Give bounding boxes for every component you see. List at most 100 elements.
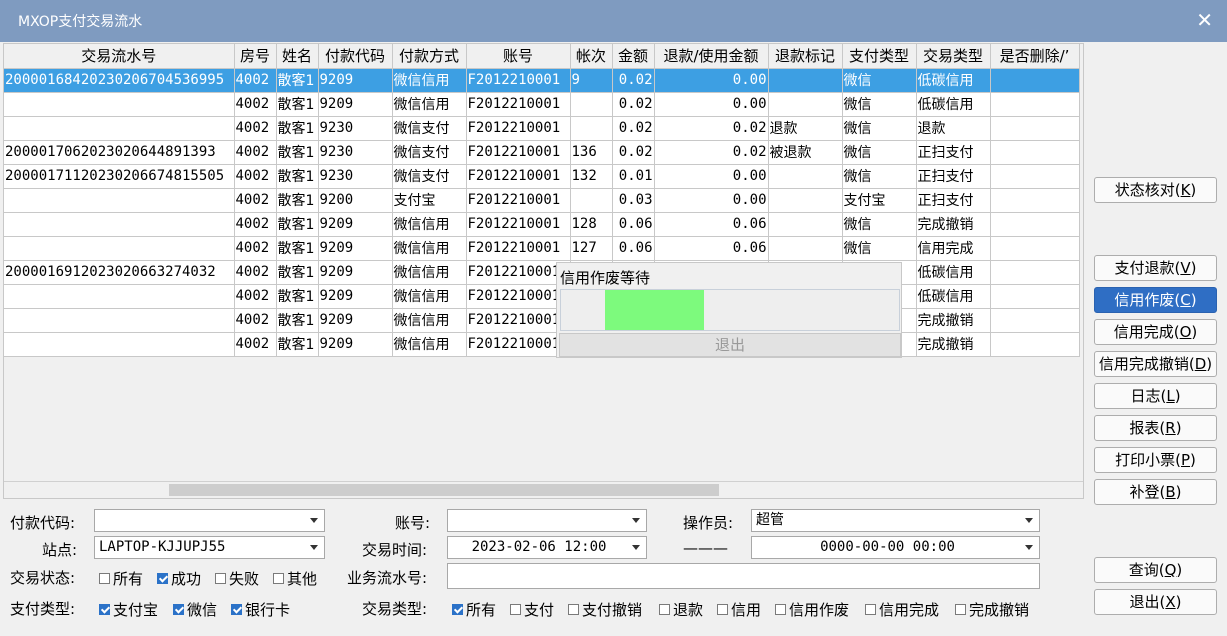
table-row[interactable]: 4002 散客1 9209 微信信用 F2012210001 0.02 0.00 微信 低碳信用: [4, 92, 1080, 117]
site-label: 站点:: [42, 541, 78, 559]
column-header[interactable]: 退款/使用金额: [654, 44, 769, 69]
checkbox-empty-icon[interactable]: [99, 573, 110, 584]
paytype-checkbox[interactable]: 微信: [173, 599, 217, 620]
table-row[interactable]: 2000017062023020644891393 4002 散客1 9230 微信支付…: [4, 140, 1080, 165]
checkbox-checked-icon[interactable]: [173, 604, 184, 615]
status-check-button[interactable]: 状态核对(K): [1094, 177, 1217, 203]
chevron-down-icon: [1025, 545, 1033, 550]
txtype-checkbox[interactable]: 退款: [659, 599, 703, 620]
txtype-checkbox[interactable]: 信用作废: [775, 599, 849, 620]
column-header[interactable]: 退款标记: [768, 44, 843, 69]
table-cell: 0.00: [654, 92, 769, 117]
txtype-checkbox[interactable]: 信用: [717, 599, 761, 620]
credit-complete-button[interactable]: 信用完成(O): [1094, 319, 1217, 345]
time-end-picker[interactable]: 0000-00-00 00:00: [751, 536, 1040, 559]
site-select[interactable]: LAPTOP-KJJUPJ55: [94, 536, 325, 559]
query-button[interactable]: 查询(Q): [1094, 557, 1217, 583]
checkbox-empty-icon[interactable]: [510, 604, 521, 615]
column-header[interactable]: 付款方式: [392, 44, 467, 69]
credit-void-button[interactable]: 信用作废(C): [1094, 287, 1217, 313]
checkbox-checked-icon[interactable]: [231, 604, 242, 615]
operator-select[interactable]: 超管: [751, 509, 1040, 532]
txtype-checkbox[interactable]: 支付撤销: [568, 599, 642, 620]
checkbox-checked-icon[interactable]: [99, 604, 110, 615]
table-row[interactable]: 4002 散客1 9209 微信信用 F2012210001 完成撤销: [4, 308, 1080, 333]
pay-code-select[interactable]: [94, 509, 325, 532]
status-checkbox[interactable]: 失败: [215, 568, 259, 589]
exit-button[interactable]: 退出(X): [1094, 589, 1217, 615]
table-row[interactable]: 4002 散客1 9209 微信信用 F2012210001 完成撤销: [4, 332, 1080, 357]
print-receipt-button[interactable]: 打印小票(P): [1094, 447, 1217, 473]
checkbox-empty-icon[interactable]: [775, 604, 786, 615]
table-cell: [570, 188, 613, 213]
title-bar: MXOP支付交易流水 ✕: [0, 0, 1227, 42]
table-row[interactable]: 4002 散客1 9209 微信信用 F2012210001 127 0.06 0.06 微信信…: [4, 236, 1080, 261]
table-row[interactable]: 4002 散客1 9209 微信信用 F2012210001 128 0.06 0.06 微信完…: [4, 212, 1080, 237]
shortcut-key: L: [1166, 387, 1175, 405]
account-select[interactable]: [447, 509, 647, 532]
table-cell: 正扫支付: [916, 164, 991, 189]
checkbox-label: 失败: [229, 570, 260, 588]
table-cell: 支付宝: [842, 188, 917, 213]
button-label: 查询: [1128, 561, 1159, 579]
column-header[interactable]: 支付类型: [842, 44, 917, 69]
checkbox-empty-icon[interactable]: [659, 604, 670, 615]
checkbox-empty-icon[interactable]: [568, 604, 579, 615]
empty-cell: [318, 356, 392, 380]
column-header[interactable]: 付款代码: [318, 44, 393, 69]
dialog-exit-button[interactable]: 退出: [559, 333, 901, 357]
checkbox-checked-icon[interactable]: [157, 573, 168, 584]
status-checkbox[interactable]: 所有: [99, 568, 143, 589]
transaction-grid[interactable]: 交易流水号 房号 姓名 付款代码 付款方式 账号 帐次 金额 退款/使用金额 退款标记 支付类型 交易…: [3, 43, 1084, 499]
txtype-checkbox[interactable]: 所有: [452, 599, 496, 620]
supplement-button[interactable]: 补登(B): [1094, 479, 1217, 505]
column-header[interactable]: 交易流水号: [4, 44, 235, 69]
table-row[interactable]: 4002 散客1 9209 微信信用 F2012210001 低碳信用: [4, 284, 1080, 309]
scrollbar-thumb[interactable]: [169, 484, 719, 496]
table-row[interactable]: 20000168420230206704536995 4002 散客1 9209 微信信…: [4, 68, 1080, 93]
table-row[interactable]: 20000171120230206674815505 4002 散客1 9230 微信支…: [4, 164, 1080, 189]
column-header[interactable]: 姓名: [276, 44, 319, 69]
checkbox-empty-icon[interactable]: [865, 604, 876, 615]
column-header[interactable]: 帐次: [570, 44, 613, 69]
time-start-picker[interactable]: 2023-02-06 12:00: [447, 536, 647, 559]
column-header[interactable]: 金额: [612, 44, 655, 69]
checkbox-label: 支付: [524, 601, 555, 619]
checkbox-empty-icon[interactable]: [717, 604, 728, 615]
paytype-checkbox[interactable]: 支付宝: [99, 599, 158, 620]
horizontal-scrollbar[interactable]: [4, 481, 1083, 498]
table-row[interactable]: 2000016912023020663274032 4002 散客1 9209 微信信用…: [4, 260, 1080, 285]
txtype-checkbox[interactable]: 信用完成: [865, 599, 939, 620]
table-cell: 0.02: [612, 92, 655, 117]
checkbox-checked-icon[interactable]: [452, 604, 463, 615]
table-cell: 散客1: [276, 212, 319, 237]
column-header[interactable]: 是否删除/’: [990, 44, 1080, 69]
table-row[interactable]: 4002 散客1 9230 微信支付 F2012210001 0.02 0.02 退款 微信 退款: [4, 116, 1080, 141]
serial-input[interactable]: [447, 563, 1040, 589]
shortcut-key: C: [1180, 291, 1191, 309]
txtype-checkbox[interactable]: 支付: [510, 599, 554, 620]
status-checkbox[interactable]: 成功: [157, 568, 201, 589]
paytype-label: 支付类型:: [10, 600, 76, 618]
txtype-checkbox[interactable]: 完成撤销: [955, 599, 1029, 620]
close-icon[interactable]: ✕: [1196, 8, 1213, 32]
column-header[interactable]: 账号: [466, 44, 571, 69]
checkbox-empty-icon[interactable]: [955, 604, 966, 615]
empty-row: [4, 356, 1079, 380]
table-row[interactable]: 4002 散客1 9200 支付宝 F2012210001 0.03 0.00 支付宝 正扫支付: [4, 188, 1080, 213]
paytype-checkbox[interactable]: 银行卡: [231, 599, 290, 620]
credit-complete-undo-button[interactable]: 信用完成撤销(D): [1094, 351, 1217, 377]
table-cell: 0.02: [612, 68, 655, 93]
status-checkbox[interactable]: 其他: [273, 568, 317, 589]
pay-refund-button[interactable]: 支付退款(V): [1094, 255, 1217, 281]
table-cell: 散客1: [276, 332, 319, 357]
table-cell: [4, 188, 235, 213]
checkbox-empty-icon[interactable]: [273, 573, 284, 584]
column-header[interactable]: 房号: [234, 44, 277, 69]
table-cell: 4002: [234, 92, 277, 117]
table-cell: 支付宝: [392, 188, 467, 213]
report-button[interactable]: 报表(R): [1094, 415, 1217, 441]
checkbox-empty-icon[interactable]: [215, 573, 226, 584]
column-header[interactable]: 交易类型: [916, 44, 991, 69]
log-button[interactable]: 日志(L): [1094, 383, 1217, 409]
